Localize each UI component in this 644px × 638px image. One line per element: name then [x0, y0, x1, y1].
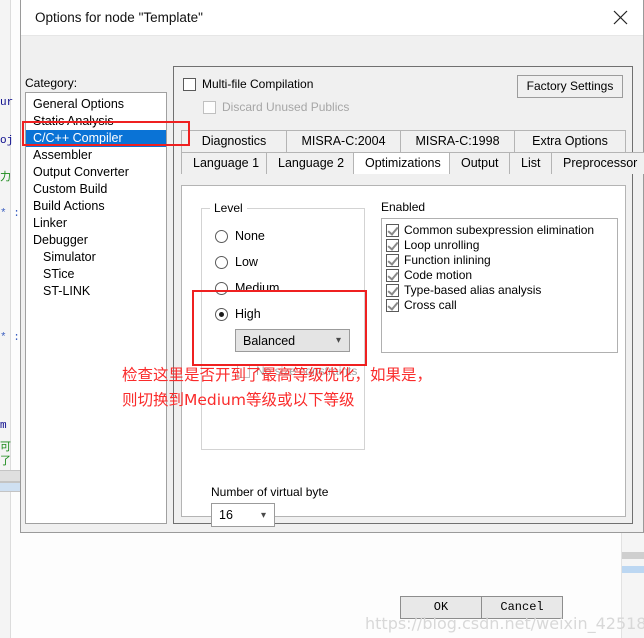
level-radio-high[interactable]: [215, 307, 228, 321]
virtual-byte-combo[interactable]: 16 ▾: [211, 503, 275, 527]
enabled-item-cross-call[interactable]: Cross call: [386, 298, 617, 312]
enabled-item-common-subexpression-elimination[interactable]: Common subexpression elimination: [386, 223, 617, 237]
editor-gutter: [0, 0, 11, 638]
category-item-stice[interactable]: STice: [26, 266, 166, 283]
enabled-item-code-motion[interactable]: Code motion: [386, 268, 617, 282]
category-item-output-converter[interactable]: Output Converter: [26, 164, 166, 181]
checkbox-code-motion[interactable]: [386, 268, 399, 282]
code-fragment: * :: [0, 208, 20, 220]
chevron-down-icon: ▾: [335, 335, 341, 346]
category-item-st-link[interactable]: ST-LINK: [26, 283, 166, 300]
tab-language-2[interactable]: Language 2: [266, 152, 354, 174]
optimization-strategy-combo[interactable]: Balanced ▾: [235, 329, 350, 352]
category-label: Category:: [25, 76, 78, 90]
virtual-byte-value: 16: [219, 508, 233, 522]
compiler-options-panel: Factory Settings Multi-file Compilation …: [173, 66, 644, 527]
category-item-c-cpp-compiler[interactable]: C/C++ Compiler: [26, 130, 166, 147]
tab-preprocessor[interactable]: Preprocessor: [551, 152, 644, 174]
optimization-strategy-value: Balanced: [243, 333, 296, 348]
multi-file-compilation-checkbox[interactable]: [183, 77, 196, 91]
dialog-titlebar: Options for node "Template": [21, 0, 643, 36]
ok-button[interactable]: OK: [400, 596, 482, 619]
editor-scroll-thumb[interactable]: [0, 482, 20, 492]
level-radio-low[interactable]: [215, 255, 228, 269]
enabled-item-function-inlining[interactable]: Function inlining: [386, 253, 617, 267]
enabled-options-list[interactable]: Common subexpression elimination Loop un…: [381, 218, 618, 353]
category-item-assembler[interactable]: Assembler: [26, 147, 166, 164]
level-label-none: None: [235, 229, 265, 243]
level-option-none[interactable]: None: [215, 229, 265, 243]
discard-unused-publics-label: Discard Unused Publics: [222, 100, 350, 114]
tab-list[interactable]: List: [509, 152, 552, 174]
tab-optimizations[interactable]: Optimizations: [353, 152, 450, 174]
chevron-down-icon: ▾: [260, 509, 266, 521]
category-item-build-actions[interactable]: Build Actions: [26, 198, 166, 215]
checkbox-function-inlining[interactable]: [386, 253, 399, 267]
tab-extra-options[interactable]: Extra Options: [514, 130, 626, 152]
code-fragment: oj: [0, 135, 14, 147]
no-size-constraints-row: No size constraints: [237, 364, 357, 378]
options-dialog: Options for node "Template" Category: Ge…: [20, 0, 644, 533]
level-groupbox: Level None Low Medium High Balanced ▾ No…: [201, 201, 365, 450]
dialog-body: Category: General Options Static Analysi…: [21, 36, 644, 533]
code-fragment: ur: [0, 97, 14, 109]
category-list[interactable]: General Options Static Analysis C/C++ Co…: [25, 92, 167, 524]
factory-settings-button[interactable]: Factory Settings: [517, 75, 623, 98]
tabstrip-row-1: Diagnostics MISRA-C:2004 MISRA-C:1998 Ex…: [181, 130, 626, 152]
level-label-medium: Medium: [235, 281, 280, 295]
category-item-simulator[interactable]: Simulator: [26, 249, 166, 266]
code-fragment: 了: [0, 456, 11, 468]
close-button[interactable]: [597, 0, 643, 36]
enabled-item-type-based-alias-analysis[interactable]: Type-based alias analysis: [386, 283, 617, 297]
category-item-linker[interactable]: Linker: [26, 215, 166, 232]
close-icon: [613, 10, 627, 25]
level-option-high[interactable]: High: [215, 307, 261, 321]
checkbox-common-subexpression-elimination[interactable]: [386, 223, 399, 237]
code-fragment: m: [0, 420, 7, 432]
label-function-inlining: Function inlining: [404, 253, 491, 267]
label-type-based-alias-analysis: Type-based alias analysis: [404, 283, 542, 297]
discard-unused-publics-row: Discard Unused Publics: [203, 100, 349, 114]
optimizations-tab-content: Level None Low Medium High Balanced ▾ No…: [181, 185, 626, 527]
category-item-debugger[interactable]: Debugger: [26, 232, 166, 249]
category-item-general-options[interactable]: General Options: [26, 96, 166, 113]
level-group-title: Level: [210, 201, 247, 215]
checkbox-type-based-alias-analysis[interactable]: [386, 283, 399, 297]
label-code-motion: Code motion: [404, 268, 473, 282]
tab-misra-c-2004[interactable]: MISRA-C:2004: [286, 130, 401, 152]
level-option-low[interactable]: Low: [215, 255, 258, 269]
cancel-button[interactable]: Cancel: [481, 596, 563, 619]
mini-line-selected: [622, 566, 644, 573]
virtual-byte-label: Number of virtual byte: [211, 485, 329, 499]
tab-diagnostics[interactable]: Diagnostics: [181, 130, 287, 152]
level-radio-medium[interactable]: [215, 281, 228, 295]
category-item-static-analysis[interactable]: Static Analysis: [26, 113, 166, 130]
checkbox-cross-call[interactable]: [386, 298, 399, 312]
multi-file-compilation-row[interactable]: Multi-file Compilation: [183, 77, 313, 91]
level-label-high: High: [235, 307, 261, 321]
tab-output[interactable]: Output: [449, 152, 510, 174]
mini-line: [622, 552, 644, 559]
no-size-constraints-label: No size constraints: [256, 364, 358, 378]
multi-file-compilation-label: Multi-file Compilation: [202, 77, 314, 91]
level-label-low: Low: [235, 255, 258, 269]
label-cross-call: Cross call: [404, 298, 457, 312]
dialog-title: Options for node "Template": [35, 10, 203, 25]
editor-scroll-strip[interactable]: [0, 470, 20, 482]
tabstrip-row-2: Language 1 Language 2 Optimizations Outp…: [181, 152, 644, 174]
tab-language-1[interactable]: Language 1: [181, 152, 267, 174]
checkbox-loop-unrolling[interactable]: [386, 238, 399, 252]
label-loop-unrolling: Loop unrolling: [404, 238, 480, 252]
tab-misra-c-1998[interactable]: MISRA-C:1998: [400, 130, 515, 152]
level-radio-none[interactable]: [215, 229, 228, 243]
enabled-group-title: Enabled: [381, 200, 426, 214]
code-fragment: * :: [0, 332, 20, 344]
code-fragment: 力: [0, 172, 11, 184]
discard-unused-publics-checkbox: [203, 100, 216, 114]
level-option-medium[interactable]: Medium: [215, 281, 279, 295]
no-size-constraints-checkbox: [237, 364, 250, 378]
enabled-item-loop-unrolling[interactable]: Loop unrolling: [386, 238, 617, 252]
label-common-subexpression-elimination: Common subexpression elimination: [404, 223, 595, 237]
category-item-custom-build[interactable]: Custom Build: [26, 181, 166, 198]
